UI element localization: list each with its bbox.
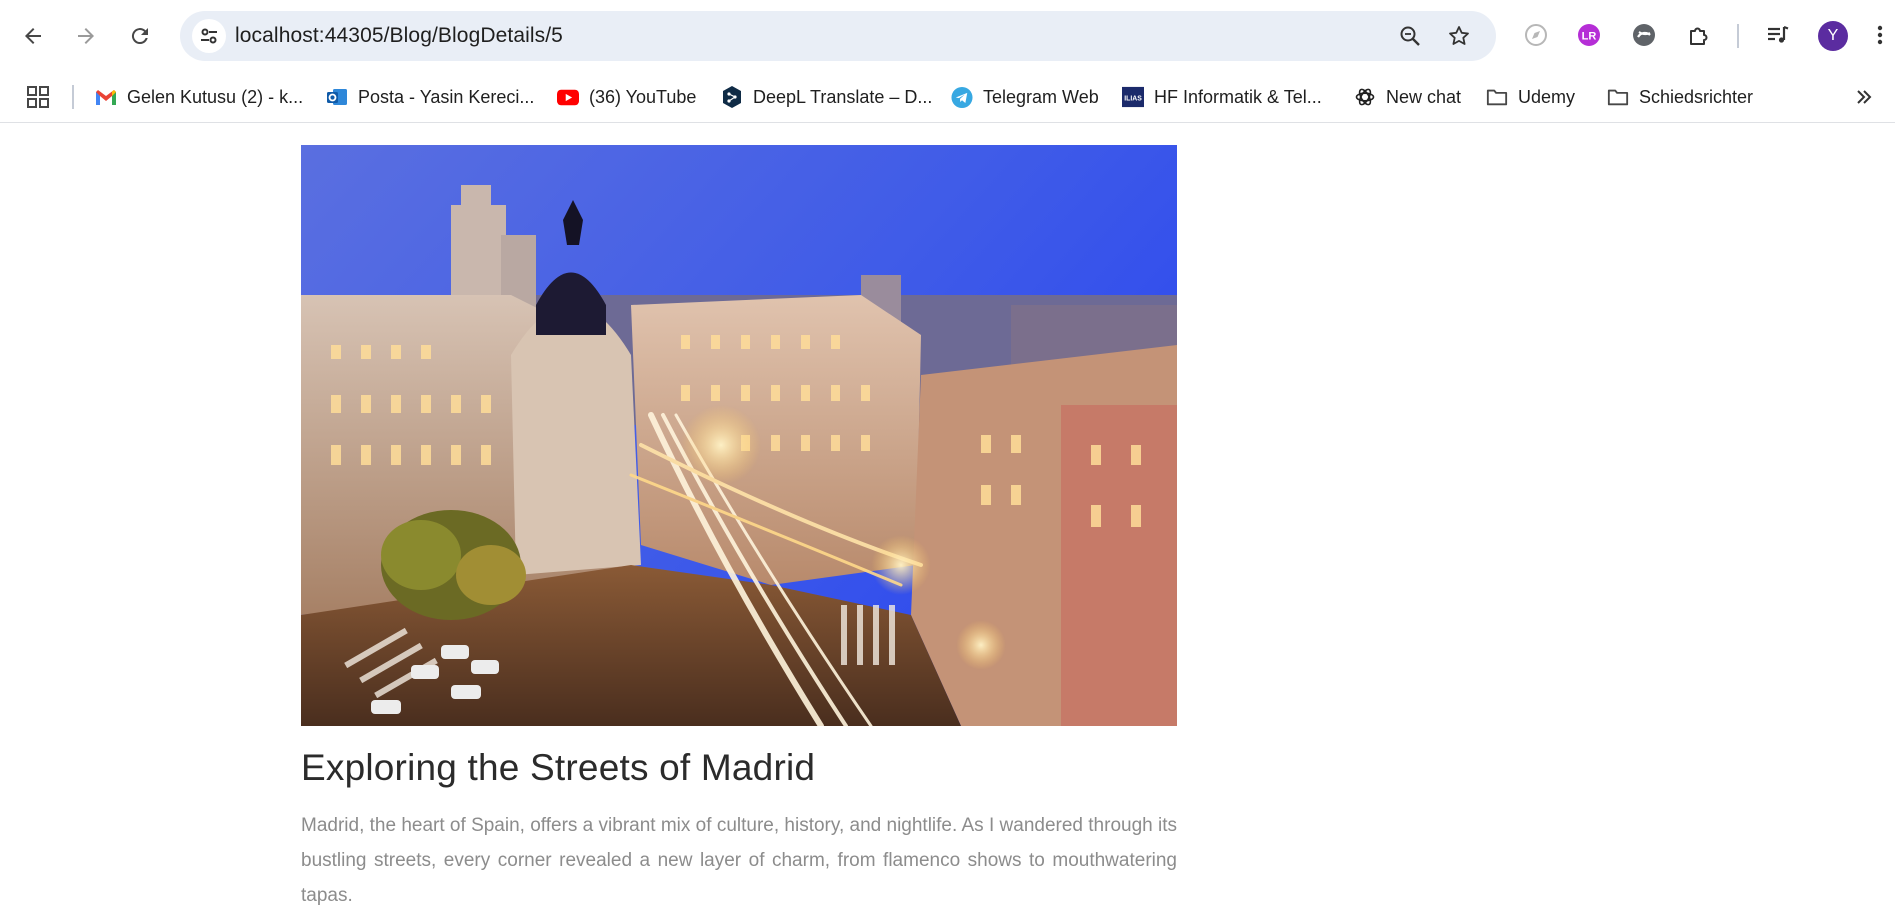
bookmark-label: DeepL Translate – D... bbox=[753, 86, 933, 107]
post-body: Madrid, the heart of Spain, offers a vib… bbox=[301, 815, 1177, 906]
bookmark-label: Gelen Kutusu (2) - k... bbox=[127, 86, 304, 107]
bookmark-telegram[interactable]: Telegram Web bbox=[951, 82, 1099, 112]
openai-icon bbox=[1354, 86, 1376, 108]
zoom-button[interactable] bbox=[1394, 20, 1426, 52]
bookmark-deepl[interactable]: DeepL Translate – D... bbox=[721, 82, 932, 112]
bookmark-folder-udemy[interactable]: Udemy bbox=[1486, 82, 1575, 112]
bookmark-new-chat[interactable]: New chat bbox=[1354, 82, 1461, 112]
toolbar-divider bbox=[1737, 24, 1739, 48]
browser-toolbar: localhost:44305/Blog/BlogDetails/5 LR Y bbox=[0, 0, 1895, 72]
bookmark-label: Udemy bbox=[1518, 86, 1576, 107]
reload-icon bbox=[131, 28, 148, 45]
extension-language-reactor-button[interactable]: LR bbox=[1573, 19, 1605, 51]
youtube-icon bbox=[557, 86, 579, 108]
folder-icon bbox=[1607, 86, 1629, 108]
outlook-icon bbox=[326, 86, 348, 108]
profile-avatar[interactable]: Y bbox=[1818, 21, 1848, 51]
madrid-night-photo bbox=[301, 145, 1177, 726]
bookmark-hf-informatik[interactable]: ILIAS HF Informatik & Tel... bbox=[1122, 82, 1322, 112]
bookmark-outlook[interactable]: Posta - Yasin Kereci... bbox=[326, 82, 534, 112]
svg-text:LR: LR bbox=[1582, 31, 1597, 43]
ilias-icon: ILIAS bbox=[1122, 86, 1144, 108]
extension-compass-button[interactable] bbox=[1520, 19, 1552, 51]
extension-grammar-button[interactable] bbox=[1628, 19, 1660, 51]
bookmark-label: Schiedsrichter bbox=[1639, 86, 1754, 107]
bookmark-label: Posta - Yasin Kereci... bbox=[358, 86, 535, 107]
bookmark-label: (36) YouTube bbox=[589, 86, 697, 107]
arrow-left-icon bbox=[25, 28, 41, 44]
browser-menu-button[interactable] bbox=[1870, 19, 1890, 51]
bookmark-gmail[interactable]: Gelen Kutusu (2) - k... bbox=[95, 82, 303, 112]
post-title: Exploring the Streets of Madrid bbox=[301, 747, 816, 788]
bookmark-label: HF Informatik & Tel... bbox=[1154, 86, 1322, 107]
bookmark-label: New chat bbox=[1386, 86, 1462, 107]
puzzle-icon bbox=[1690, 27, 1708, 45]
compass-icon bbox=[1525, 24, 1547, 46]
telegram-icon bbox=[951, 86, 973, 108]
more-vert-icon bbox=[1877, 25, 1883, 45]
grammar-icon bbox=[1633, 24, 1655, 46]
bookmark-folder-schiedsrichter[interactable]: Schiedsrichter bbox=[1607, 82, 1753, 112]
bookmark-youtube[interactable]: (36) YouTube bbox=[557, 82, 696, 112]
folder-icon bbox=[1486, 86, 1508, 108]
deepl-icon bbox=[721, 86, 743, 108]
star-icon bbox=[1449, 26, 1469, 45]
media-controls-button[interactable] bbox=[1762, 19, 1794, 51]
zoom-icon bbox=[1400, 26, 1420, 46]
tune-icon bbox=[201, 28, 217, 44]
url-text[interactable]: localhost:44305/Blog/BlogDetails/5 bbox=[235, 24, 563, 48]
url-path: :44305/Blog/BlogDetails/5 bbox=[318, 24, 563, 47]
address-bar[interactable]: localhost:44305/Blog/BlogDetails/5 bbox=[180, 11, 1496, 61]
extensions-menu-button[interactable] bbox=[1683, 19, 1715, 51]
avatar-letter: Y bbox=[1827, 27, 1839, 44]
back-button[interactable] bbox=[13, 16, 53, 56]
more-bookmarks-button[interactable] bbox=[1855, 82, 1873, 112]
url-host: localhost bbox=[235, 24, 319, 47]
language-reactor-icon: LR bbox=[1578, 24, 1600, 46]
gmail-icon bbox=[95, 86, 117, 108]
site-info-button[interactable] bbox=[192, 19, 226, 53]
blog-hero-image bbox=[301, 145, 1177, 726]
reload-button[interactable] bbox=[120, 16, 160, 56]
bookmarks-bar: Gelen Kutusu (2) - k... Posta - Yasin Ke… bbox=[0, 72, 1895, 123]
apps-grid-icon bbox=[27, 86, 49, 108]
ilias-badge-text: ILIAS bbox=[1124, 96, 1142, 103]
bookmarks-divider bbox=[72, 85, 74, 109]
queue-music-icon bbox=[1768, 25, 1789, 43]
forward-button[interactable] bbox=[66, 16, 106, 56]
apps-button[interactable] bbox=[26, 82, 50, 112]
bookmark-label: Telegram Web bbox=[983, 86, 1099, 107]
arrow-right-icon bbox=[78, 28, 94, 44]
chevron-double-right-icon bbox=[1857, 90, 1872, 104]
bookmark-star-button[interactable] bbox=[1443, 20, 1475, 52]
